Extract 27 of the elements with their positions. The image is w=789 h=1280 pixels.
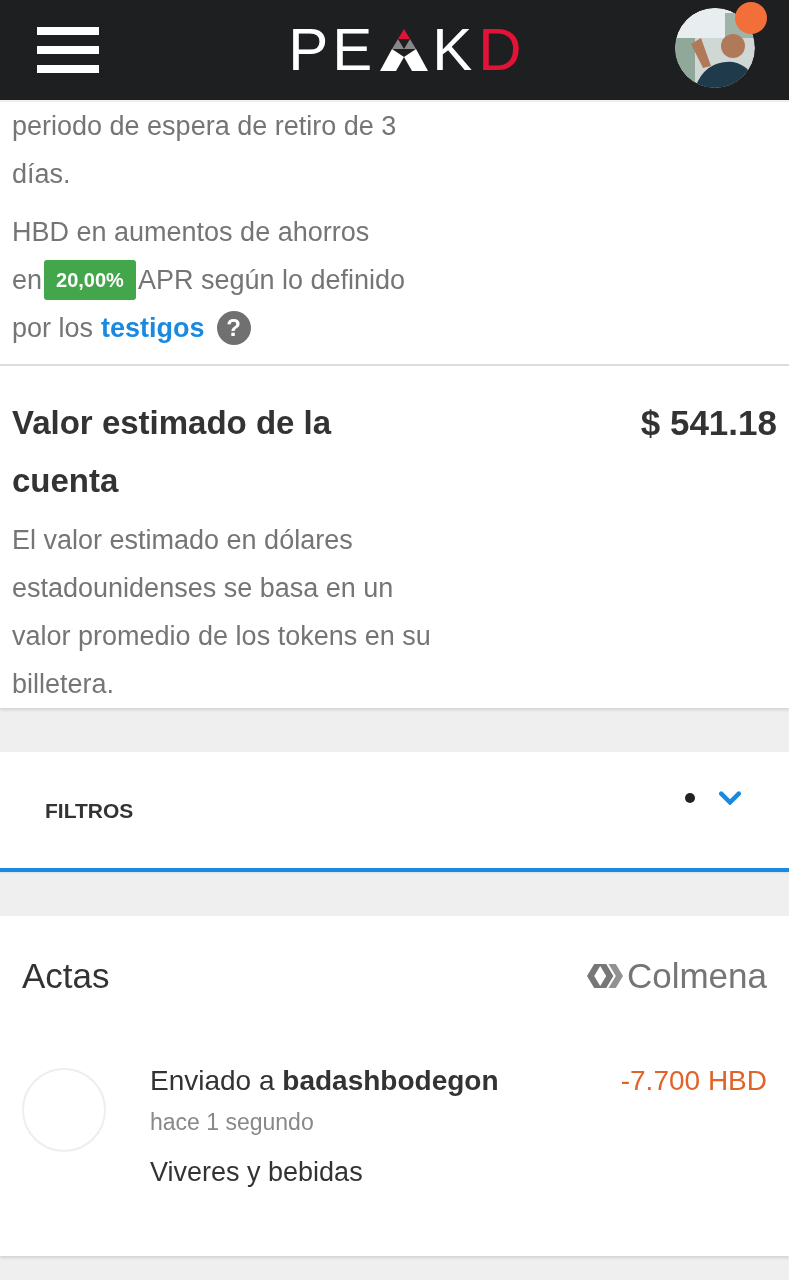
estimate-value: $ 541.18 xyxy=(640,402,777,444)
witnesses-link[interactable]: testigos xyxy=(101,304,205,352)
chevron-icon[interactable] xyxy=(719,791,741,805)
network-label: Colmena xyxy=(626,956,767,996)
dot-icon xyxy=(685,793,695,803)
apr-text: por los xyxy=(12,312,94,345)
transaction-amount: -7.700 HBD xyxy=(620,1064,767,1098)
apr-text: APR según lo definido xyxy=(137,264,406,297)
logo-text: K xyxy=(432,20,477,80)
transaction-time: hace 1 segundo xyxy=(150,1108,315,1137)
logo-text: D xyxy=(478,20,526,80)
logo-mark-icon xyxy=(378,27,431,73)
logo-text: PE xyxy=(288,20,377,80)
apr-text: en xyxy=(12,264,43,297)
apr-badge: 20,00% xyxy=(44,260,136,300)
estimate-description: El valor estimado en dólares estadounidenses se basa en un valor promedio de los tokens en su billetera. xyxy=(12,524,432,701)
filters-label: FILTROS xyxy=(45,799,134,823)
section-title: Actas xyxy=(22,956,110,996)
transaction-text: Enviado a badashbodegon xyxy=(150,1064,499,1098)
hive-icon xyxy=(586,963,623,989)
estimate-title: Valor estimado de la cuenta xyxy=(12,403,333,501)
transaction-memo: Viveres y bebidas xyxy=(150,1156,364,1189)
filters-bar[interactable]: FILTROS xyxy=(0,752,789,872)
paragraph: periodo de espera de retiro de 3 días. xyxy=(12,110,398,191)
help-icon[interactable]: ? xyxy=(216,311,251,345)
apr-text: HBD en aumentos de ahorros xyxy=(12,216,371,249)
menu-icon[interactable] xyxy=(37,27,99,73)
